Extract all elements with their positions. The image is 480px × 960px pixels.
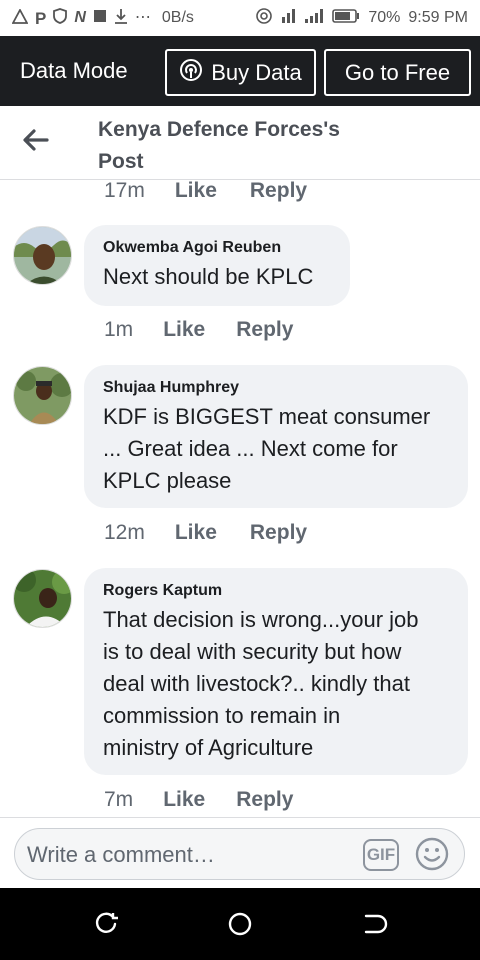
comment-meta: 12m Like Reply: [104, 521, 307, 545]
avatar[interactable]: [13, 366, 72, 425]
battery-percent: 70%: [368, 9, 401, 26]
comment-meta: 17m Like Reply: [104, 181, 307, 203]
like-button[interactable]: Like: [163, 318, 205, 342]
battery-icon: [332, 8, 360, 28]
comment-input-placeholder: Write a comment…: [27, 842, 215, 867]
system-icons: 70% 9:59 PM: [256, 7, 468, 30]
reply-button[interactable]: Reply: [250, 521, 307, 545]
reply-button[interactable]: Reply: [236, 318, 293, 342]
comment-line: ministry of Agriculture: [103, 735, 314, 760]
comment-meta: 7m Like Reply: [104, 788, 293, 812]
recent-apps-icon: [93, 912, 121, 942]
comment-composer: Write a comment… GIF: [0, 817, 480, 888]
comment-line: That decision is wrong...your job: [103, 607, 419, 632]
comment-line: is to deal with security but how: [103, 639, 402, 664]
page-title: Kenya Defence Forces's Post: [98, 118, 340, 173]
back-button[interactable]: [18, 124, 54, 160]
data-mode-label: Data Mode: [20, 58, 128, 83]
like-button[interactable]: Like: [175, 521, 217, 545]
comment-time: 1m: [104, 318, 134, 341]
comment-input[interactable]: Write a comment… GIF: [14, 828, 465, 880]
back-arrow-icon: [23, 128, 49, 156]
go-to-free-button[interactable]: Go to Free: [324, 49, 471, 96]
shield-icon: [53, 8, 68, 28]
broadcast-icon: [179, 58, 203, 88]
avatar[interactable]: [13, 226, 72, 285]
comment-text: That decision is wrong...your job is to …: [103, 604, 450, 764]
nfc-icon: N: [74, 9, 86, 26]
comment-time: 7m: [104, 788, 134, 811]
comment-line: ... Great idea ... Next come for: [103, 436, 398, 461]
avatar[interactable]: [13, 569, 72, 628]
parking-icon: P: [35, 8, 47, 28]
warning-triangle-icon: [11, 7, 29, 28]
comments-list[interactable]: 17m Like Reply Okwemba Agoi Reuben Next …: [0, 181, 480, 817]
back-nav-icon: [360, 914, 388, 942]
gif-button[interactable]: GIF: [363, 839, 399, 871]
comment-text: Next should be KPLC: [103, 264, 314, 289]
reply-button[interactable]: Reply: [236, 788, 293, 812]
comment-line: deal with livestock?.. kindly that: [103, 671, 410, 696]
network-speed: 0B/s: [161, 9, 194, 26]
comment-bubble[interactable]: Okwemba Agoi Reuben Next should be KPLC: [84, 225, 350, 306]
smiley-icon: [415, 837, 449, 875]
mobile-data-icon: [280, 7, 296, 30]
like-button[interactable]: Like: [163, 788, 205, 812]
home-circle-icon: [226, 912, 254, 942]
post-header: Kenya Defence Forces's Post: [0, 106, 480, 180]
system-navigation-bar: [0, 888, 480, 960]
download-icon: [114, 8, 128, 28]
signal-icon: [304, 8, 324, 29]
data-mode-bar: Data Mode Buy Data Go to Free: [0, 36, 480, 106]
comment-time: 17m: [104, 181, 145, 202]
comment-line: KPLC please: [103, 468, 232, 493]
comment-bubble[interactable]: Shujaa Humphrey KDF is BIGGEST meat cons…: [84, 365, 468, 508]
buy-data-label: Buy Data: [211, 59, 302, 85]
comment-bubble[interactable]: Rogers Kaptum That decision is wrong...y…: [84, 568, 468, 775]
emoji-button[interactable]: [415, 837, 449, 871]
comment-line: commission to remain in: [103, 703, 341, 728]
facebook-comments-screen: P N ⋯ 0B/s 70% 9:59 PM Data Mode Buy Dat…: [0, 0, 480, 960]
comment-author[interactable]: Okwemba Agoi Reuben: [103, 237, 332, 259]
more-dots-icon: ⋯: [134, 9, 151, 26]
comment-author[interactable]: Rogers Kaptum: [103, 580, 450, 602]
gif-label: GIF: [366, 845, 396, 864]
comment-meta: 1m Like Reply: [104, 318, 293, 342]
square-icon: [93, 9, 107, 27]
buy-data-button[interactable]: Buy Data: [165, 49, 316, 96]
home-button[interactable]: [226, 910, 254, 938]
notification-icons: P N ⋯ 0B/s: [11, 7, 194, 28]
like-button[interactable]: Like: [175, 181, 217, 203]
comment-time: 12m: [104, 521, 145, 544]
status-bar: P N ⋯ 0B/s 70% 9:59 PM: [0, 0, 480, 36]
recent-apps-button[interactable]: [93, 910, 121, 938]
back-nav-button[interactable]: [360, 910, 388, 938]
comment-author[interactable]: Shujaa Humphrey: [103, 377, 450, 399]
hotspot-icon: [256, 7, 273, 29]
comment-line: KDF is BIGGEST meat consumer: [103, 404, 431, 429]
reply-button[interactable]: Reply: [250, 181, 307, 203]
go-to-free-label: Go to Free: [344, 59, 451, 85]
comment-text: KDF is BIGGEST meat consumer ... Great i…: [103, 401, 450, 497]
clock: 9:59 PM: [408, 9, 468, 26]
